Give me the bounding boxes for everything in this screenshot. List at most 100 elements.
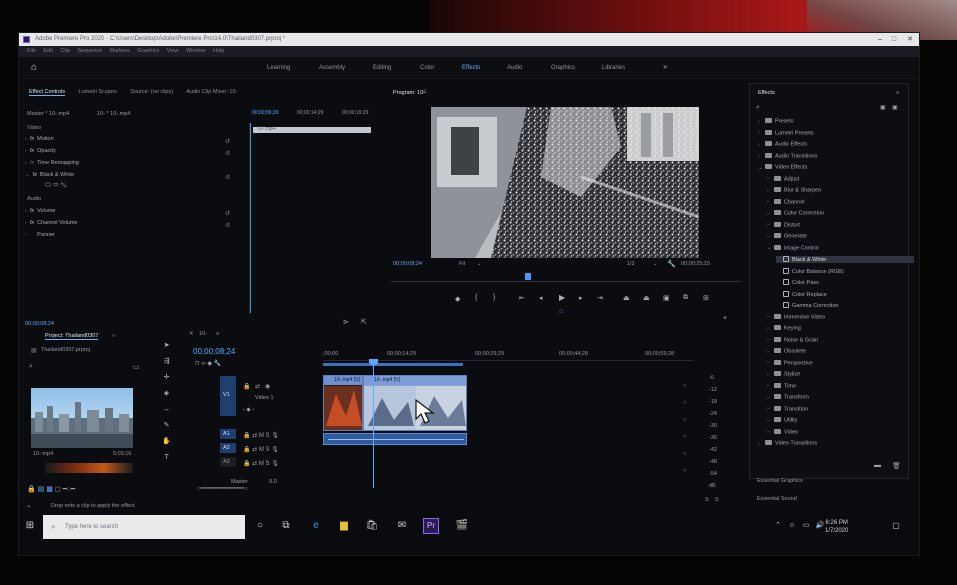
mail-icon[interactable]: ✉: [395, 519, 409, 533]
chevron-right-icon[interactable]: ›: [767, 395, 774, 401]
chevron-down-icon[interactable]: ⌄: [477, 261, 481, 267]
workspace-learning[interactable]: Learning: [267, 65, 290, 71]
filter-icon[interactable]: ⊳: [343, 318, 349, 326]
workspace-effects[interactable]: Effects: [462, 65, 480, 71]
windows-start-icon[interactable]: ⊞: [23, 519, 37, 533]
yuv-effects-icon[interactable]: ▣: [892, 104, 898, 111]
effects-tree-item[interactable]: › Transform: [767, 394, 809, 401]
add-marker-icon[interactable]: ◆: [207, 361, 212, 367]
export-frame-icon[interactable]: ▣: [663, 294, 670, 302]
compare-icon[interactable]: ⧉: [683, 294, 688, 302]
effects-tree-item[interactable]: › Keying: [767, 325, 801, 332]
chevron-down-icon[interactable]: ⌄: [767, 245, 774, 251]
taskbar-search[interactable]: ⌕ Type here to search: [43, 515, 245, 539]
cortana-icon[interactable]: ○: [253, 519, 267, 533]
effect-controls-timecode[interactable]: 00;00;08;24: [25, 321, 54, 327]
panel-menu-icon[interactable]: ≡: [423, 89, 427, 95]
battery-icon[interactable]: ▭: [799, 519, 813, 533]
reset-icon[interactable]: ↺: [225, 222, 230, 229]
menu-window[interactable]: Window: [186, 48, 206, 54]
menu-file[interactable]: File: [27, 48, 36, 54]
ripple-edit-icon[interactable]: ✛: [162, 373, 171, 382]
chevron-right-icon[interactable]: ›: [767, 211, 774, 217]
a2-source-patch[interactable]: A2: [220, 443, 236, 453]
settings-button-icon[interactable]: ⊞: [703, 294, 709, 302]
chevron-right-icon[interactable]: ›: [758, 153, 765, 159]
fx-black-white[interactable]: ⌄ fx Black & White: [25, 172, 74, 178]
razor-tool-icon[interactable]: ◈: [162, 389, 171, 398]
menu-markers[interactable]: Markers: [110, 48, 130, 54]
new-bin-icon[interactable]: ▭: [133, 363, 140, 371]
workspace-assembly[interactable]: Assembly: [319, 65, 345, 71]
expand-icon[interactable]: ›: [25, 160, 27, 166]
close-button[interactable]: ✕: [903, 33, 917, 46]
scroll-circle-icon[interactable]: ○: [683, 412, 687, 429]
chevron-right-icon[interactable]: ›: [767, 234, 774, 240]
eye-icon[interactable]: ◉: [265, 383, 270, 390]
tab-project[interactable]: Project: Thailand0307: [45, 333, 99, 340]
effects-tree-item[interactable]: Color Balance (RGB): [776, 267, 844, 275]
workspace-more-icon[interactable]: »: [663, 62, 667, 71]
effects-tree-item[interactable]: ⌄ Image Control: [767, 244, 819, 251]
clip-sequence-select[interactable]: 10- * 10-.mp4: [97, 111, 130, 117]
pen-tool-icon[interactable]: ✎: [162, 421, 171, 430]
tab-more[interactable]: »: [112, 333, 115, 339]
mic-icon[interactable]: 🎙: [271, 461, 279, 467]
effects-tree-item[interactable]: › Channel: [767, 198, 805, 205]
zoom-slider-icon[interactable]: ━○━: [63, 486, 76, 493]
add-button-icon[interactable]: +: [723, 315, 727, 322]
mark-out-icon[interactable]: }: [493, 294, 495, 301]
effects-tree-item[interactable]: › Adjust: [767, 175, 799, 182]
tab-effect-controls[interactable]: Effect Controls: [29, 89, 65, 96]
expand-icon[interactable]: ›: [25, 148, 27, 154]
mic-icon[interactable]: 🎙: [271, 433, 279, 439]
menu-sequence[interactable]: Sequence: [77, 48, 102, 54]
mini-clip-bar[interactable]: 10-.mp4: [253, 126, 371, 133]
step-back-icon[interactable]: ◂: [539, 294, 543, 302]
reset-icon[interactable]: ↺: [225, 150, 230, 157]
freeform-view-icon[interactable]: ◻: [55, 486, 61, 493]
effects-tree-item[interactable]: › Video Transitions: [758, 440, 817, 447]
chevron-right-icon[interactable]: ›: [767, 326, 774, 332]
effects-tree-item[interactable]: › Immersive Video: [767, 313, 825, 320]
reset-icon[interactable]: ↺: [225, 210, 230, 217]
store-icon[interactable]: 🛍: [365, 519, 379, 533]
maximize-button[interactable]: □: [887, 33, 901, 46]
workspace-audio[interactable]: Audio: [507, 65, 522, 71]
chevron-right-icon[interactable]: ›: [767, 360, 774, 366]
export-frame-icon[interactable]: ⇱: [361, 318, 367, 326]
lock-track-icon[interactable]: 🔒: [243, 433, 250, 439]
effects-tree-item[interactable]: Gamma Correction: [776, 302, 838, 309]
effects-tree-item[interactable]: › Noise & Grain: [767, 336, 818, 343]
program-timeruler[interactable]: [391, 273, 741, 282]
timeline-playhead[interactable]: [373, 360, 374, 488]
icon-view-icon[interactable]: ▦: [46, 486, 53, 493]
menu-help[interactable]: Help: [213, 48, 224, 54]
effects-tree-item[interactable]: › Stylize: [767, 371, 800, 378]
extract-icon[interactable]: ⏏: [643, 294, 650, 302]
menu-clip[interactable]: Clip: [60, 48, 69, 54]
panel-menu-icon[interactable]: ≡: [216, 331, 219, 337]
effect-controls-mini-timeline[interactable]: 00;00;09;29 00;00;14;29 00;00;19;29 10-.…: [249, 110, 371, 313]
tab-audio-clip-mixer[interactable]: Audio Clip Mixer: 10-: [186, 89, 237, 95]
a3-source-patch[interactable]: A3: [220, 457, 236, 467]
edge-icon[interactable]: e: [309, 519, 323, 533]
effects-tree-item[interactable]: Color Replace: [776, 290, 827, 298]
wrench-icon[interactable]: 🔧: [214, 361, 221, 367]
sync-lock-icon[interactable]: ⇄: [252, 447, 257, 453]
scroll-circle-icon[interactable]: ○: [683, 463, 687, 480]
snap-icon[interactable]: ⊓: [195, 361, 200, 367]
chevron-right-icon[interactable]: ›: [758, 130, 765, 136]
search-icon[interactable]: ⌕: [756, 104, 760, 112]
chevron-right-icon[interactable]: ›: [767, 349, 774, 355]
fx-opacity[interactable]: › fx Opacity: [25, 148, 56, 154]
program-monitor-title[interactable]: Program: 10-: [393, 90, 425, 96]
lock-icon[interactable]: 🔒: [27, 486, 36, 493]
workspace-color[interactable]: Color: [420, 65, 434, 71]
search-icon[interactable]: ⌕: [29, 363, 33, 371]
list-view-icon[interactable]: ▤: [38, 486, 45, 493]
fx-icon[interactable]: fx: [30, 220, 34, 226]
fx-volume[interactable]: › fx Volume: [25, 208, 55, 214]
tab-lumetri-scopes[interactable]: Lumetri Scopes: [79, 89, 117, 95]
effects-tree-item[interactable]: › Distort: [767, 221, 800, 228]
